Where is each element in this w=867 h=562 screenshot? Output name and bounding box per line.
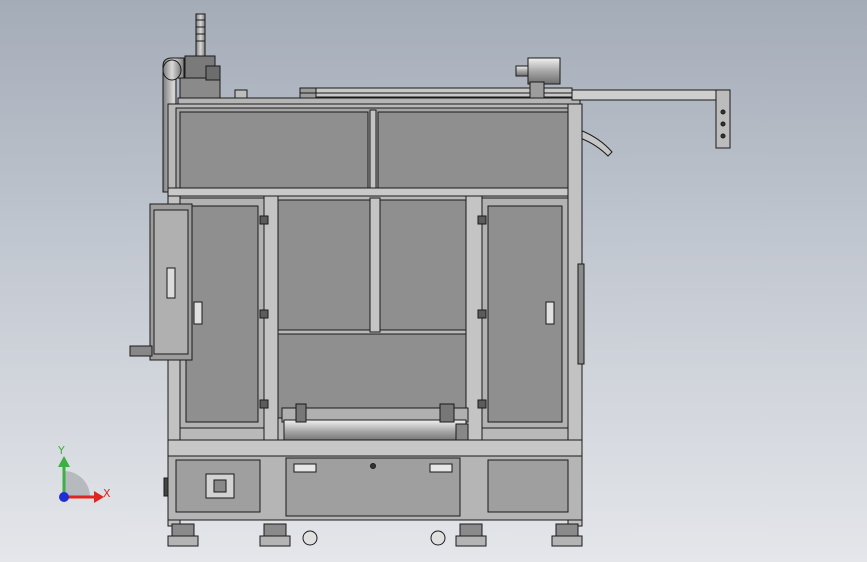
y-arrow-head <box>58 456 70 467</box>
y-axis-label: Y <box>57 444 65 457</box>
base-frame <box>163 439 583 521</box>
cad-viewport[interactable]: Y X <box>0 0 867 562</box>
triad-plane-shade <box>64 471 90 497</box>
exhaust-stack <box>179 13 221 99</box>
left-door <box>179 197 265 429</box>
electrical-box <box>129 203 193 361</box>
transfer-mechanism <box>281 403 469 445</box>
center-panels <box>263 195 483 441</box>
extension-arm <box>571 89 731 157</box>
machine-model <box>129 13 731 547</box>
casters <box>167 523 583 547</box>
z-axis-dot <box>59 492 69 502</box>
x-axis-label: X <box>103 487 111 500</box>
coordinate-triad: Y X <box>57 444 111 503</box>
